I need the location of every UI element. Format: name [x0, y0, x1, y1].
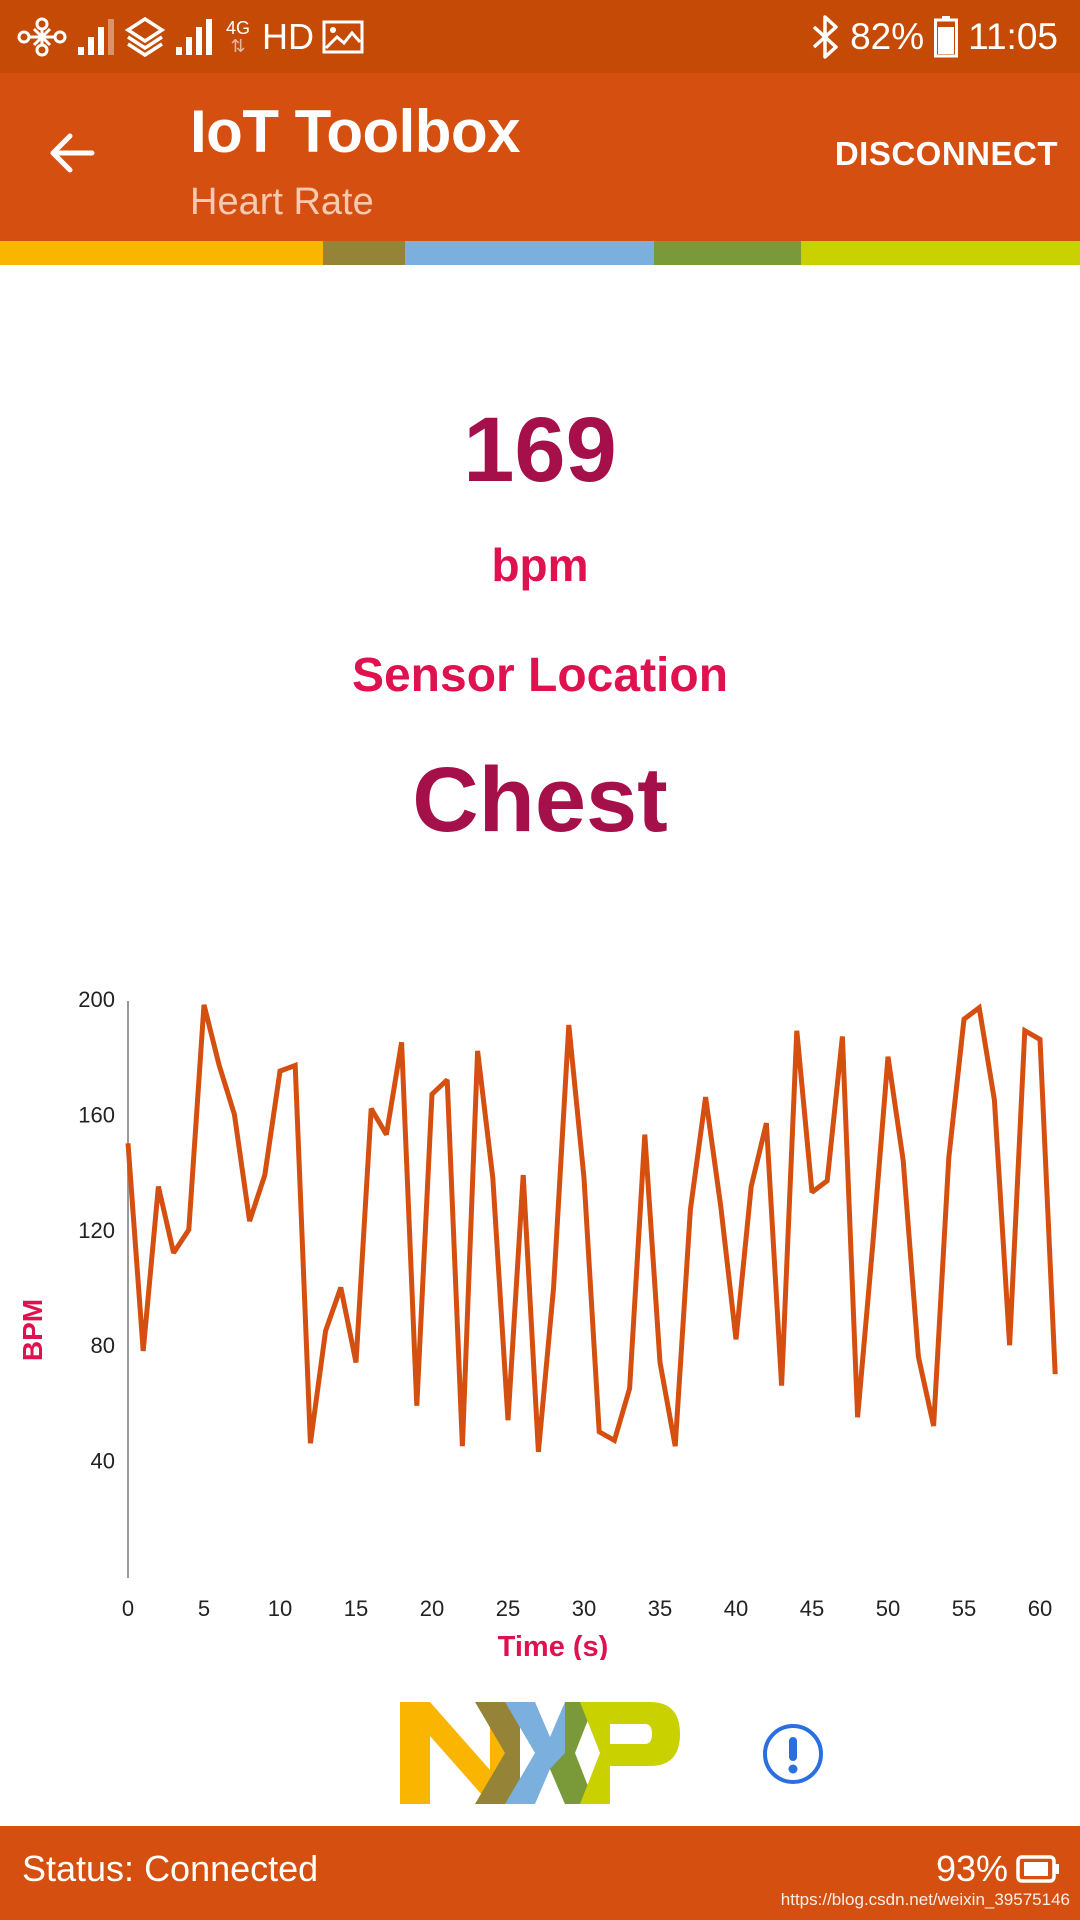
bluetooth-icon	[812, 15, 838, 59]
battery-icon	[934, 16, 959, 58]
stripe-segment	[801, 241, 1080, 265]
app-bar: IoT Toolbox Heart Rate DISCONNECT	[0, 73, 1080, 241]
carrier-unicom-icon	[17, 17, 67, 57]
device-battery-percent: 93%	[935, 1848, 1008, 1889]
x-tick-label: 50	[876, 1596, 900, 1621]
heart-rate-unit: bpm	[491, 539, 589, 591]
device-battery: 93%	[936, 1848, 1060, 1890]
x-tick-label: 55	[952, 1596, 976, 1621]
x-tick-label: 60	[1028, 1596, 1052, 1621]
stripe-segment	[654, 241, 801, 265]
signal-icon	[78, 19, 114, 55]
battery-horizontal-icon	[1016, 1855, 1059, 1883]
stripe-segment	[323, 241, 405, 265]
network-type: 4G ⇅	[226, 19, 250, 55]
y-tick-label: 40	[91, 1449, 115, 1474]
x-tick-label: 40	[724, 1596, 748, 1621]
data-arrows-icon: ⇅	[230, 36, 246, 56]
x-tick-label: 15	[344, 1596, 368, 1621]
image-notification-icon	[322, 20, 364, 54]
hd-label: HD	[262, 16, 315, 57]
y-axis-label: BPM	[17, 1299, 48, 1361]
connection-status: Status: Connected	[22, 1848, 319, 1889]
x-tick-label: 30	[572, 1596, 596, 1621]
watermark-url: https://blog.csdn.net/weixin_39575146	[780, 1890, 1070, 1909]
x-tick-label: 10	[268, 1596, 292, 1621]
x-tick-label: 5	[198, 1596, 210, 1621]
nxp-logo	[400, 1702, 680, 1804]
x-tick-label: 25	[496, 1596, 520, 1621]
chart-svg: 40 80 120 160 200 0 5 10 15 20 25 30 35 40 45 50 55 60 Tim…	[17, 987, 1058, 1660]
y-tick-label: 200	[78, 987, 115, 1012]
arrow-left-icon[interactable]	[44, 123, 104, 183]
system-status-bar: 4G ⇅ HD 82% 11:05	[0, 0, 1080, 73]
x-tick-label: 35	[648, 1596, 672, 1621]
x-tick-label: 20	[420, 1596, 444, 1621]
disconnect-button[interactable]: DISCONNECT	[835, 135, 1058, 173]
info-alert-icon[interactable]	[761, 1722, 825, 1786]
series-line	[125, 1003, 1058, 1453]
y-tick-label: 120	[78, 1218, 115, 1243]
carrier-mobile-icon	[124, 16, 166, 58]
sensor-location-label: Sensor Location	[351, 649, 729, 702]
stripe-segment	[0, 241, 323, 265]
sensor-location-value: Chest	[412, 749, 668, 851]
y-tick-label: 160	[78, 1102, 115, 1127]
clock: 11:05	[968, 16, 1058, 57]
x-axis-label: Time (s)	[498, 1631, 609, 1660]
app-subtitle: Heart Rate	[190, 181, 374, 223]
y-tick-label: 80	[91, 1333, 115, 1358]
app-title: IoT Toolbox	[190, 98, 520, 165]
battery-percent: 82%	[850, 16, 925, 57]
signal-icon	[176, 19, 212, 55]
heart-rate-value: 169	[463, 399, 617, 501]
x-tick-label: 45	[800, 1596, 824, 1621]
network-type-label: 4G	[226, 18, 251, 38]
x-tick-label: 0	[122, 1596, 134, 1621]
stripe-segment	[405, 241, 654, 265]
heart-rate-chart: 40 80 120 160 200 0 5 10 15 20 25 30 35 40 45 50 55 60 Tim…	[0, 980, 1080, 1660]
status-footer: Status: Connected 93% https://blog.csdn.…	[0, 1826, 1080, 1920]
brand-color-stripe	[0, 241, 1080, 265]
